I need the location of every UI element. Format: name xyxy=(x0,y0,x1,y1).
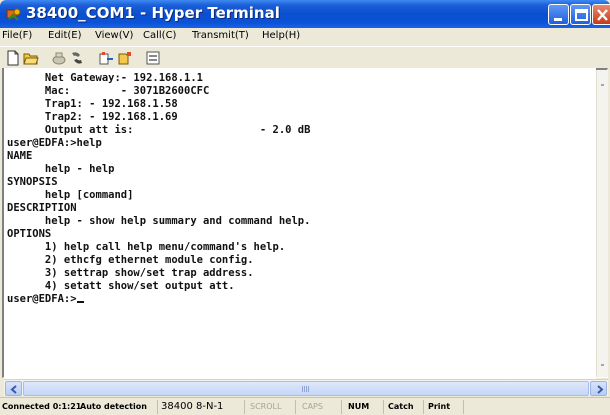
window-title: 38400_COM1 - Hyper Terminal xyxy=(26,4,280,22)
hyperterminal-app-icon xyxy=(6,8,21,21)
toolbar xyxy=(0,46,610,68)
hyperterminal-window: 38400_COM1 - Hyper Terminal File(F) Edit… xyxy=(0,0,610,415)
status-port-settings: 38400 8-N-1 xyxy=(161,400,245,414)
terminal-line: DESCRIPTION xyxy=(7,202,77,214)
grip-icon xyxy=(302,386,310,392)
status-bar: Connected 0:1:21 Auto detection 38400 8-… xyxy=(0,397,610,415)
properties-icon[interactable] xyxy=(145,50,161,66)
status-caps: CAPS xyxy=(302,400,342,414)
terminal-line: Net Gateway:- 192.168.1.1 xyxy=(7,72,203,84)
horizontal-scrollbar[interactable] xyxy=(4,379,608,396)
menu-edit[interactable]: Edit(E) xyxy=(48,30,82,41)
text-cursor xyxy=(76,301,84,303)
title-bar[interactable]: 38400_COM1 - Hyper Terminal xyxy=(0,0,610,28)
menu-transmit[interactable]: Transmit(T) xyxy=(192,30,249,41)
scroll-marker xyxy=(601,84,604,86)
scroll-marker xyxy=(601,364,604,366)
maximize-icon xyxy=(575,9,588,21)
terminal-output[interactable]: Net Gateway:- 192.168.1.1 Mac: - 3071B26… xyxy=(4,68,596,379)
receive-icon[interactable] xyxy=(117,50,133,66)
terminal-line: help - help xyxy=(7,163,115,175)
status-print: Print xyxy=(428,400,464,414)
status-scroll: SCROLL xyxy=(250,400,296,414)
terminal-prompt: user@EDFA:> xyxy=(7,293,77,305)
terminal-line: Output att is: - 2.0 dB xyxy=(7,124,311,136)
terminal-line: 4) setatt show/set output att. xyxy=(7,280,235,292)
terminal-line: help - show help summary and command hel… xyxy=(7,215,311,227)
terminal-line: Mac: - 3071B2600CFC xyxy=(7,85,210,97)
menu-call[interactable]: Call(C) xyxy=(143,30,176,41)
terminal-line: help [command] xyxy=(7,189,134,201)
terminal-line: SYNOPSIS xyxy=(7,176,58,188)
terminal-prompt-line: user@EDFA:> xyxy=(7,293,84,306)
status-detection: Auto detection xyxy=(80,400,158,414)
maximize-button[interactable] xyxy=(570,4,591,25)
open-icon[interactable] xyxy=(23,50,39,66)
status-catch: Catch xyxy=(388,400,424,414)
scroll-left-button[interactable] xyxy=(5,381,22,396)
scroll-right-button[interactable] xyxy=(590,381,607,396)
terminal-line: OPTIONS xyxy=(7,228,52,240)
terminal-line: 3) settrap show/set trap address. xyxy=(7,267,254,279)
new-icon[interactable] xyxy=(5,50,21,66)
terminal-line: user@EDFA:>help xyxy=(7,137,102,149)
minimize-button[interactable] xyxy=(548,4,569,25)
menu-file[interactable]: File(F) xyxy=(2,30,32,41)
vertical-scrollbar[interactable] xyxy=(596,70,608,377)
terminal-line: 1) help call help menu/command's help. xyxy=(7,241,286,253)
disconnect-icon[interactable] xyxy=(51,50,67,66)
terminal-line: Trap1: - 192.168.1.58 xyxy=(7,98,178,110)
terminal-line: Trap2: - 192.168.1.69 xyxy=(7,111,178,123)
minimize-icon xyxy=(554,18,562,21)
chevron-left-icon xyxy=(10,385,17,394)
menu-help[interactable]: Help(H) xyxy=(262,30,300,41)
terminal-line: 2) ethcfg ethernet module config. xyxy=(7,254,254,266)
menu-bar: File(F) Edit(E) View(V) Call(C) Transmit… xyxy=(0,28,610,46)
dial-icon[interactable] xyxy=(69,50,85,66)
status-num: NUM xyxy=(348,400,384,414)
status-connected: Connected 0:1:21 xyxy=(2,402,82,411)
scroll-thumb[interactable] xyxy=(23,381,589,396)
terminal-line: NAME xyxy=(7,150,33,162)
close-button[interactable] xyxy=(592,4,610,25)
chevron-right-icon xyxy=(597,385,604,394)
send-icon[interactable] xyxy=(98,50,114,66)
close-icon xyxy=(597,9,608,21)
menu-view[interactable]: View(V) xyxy=(95,30,133,41)
